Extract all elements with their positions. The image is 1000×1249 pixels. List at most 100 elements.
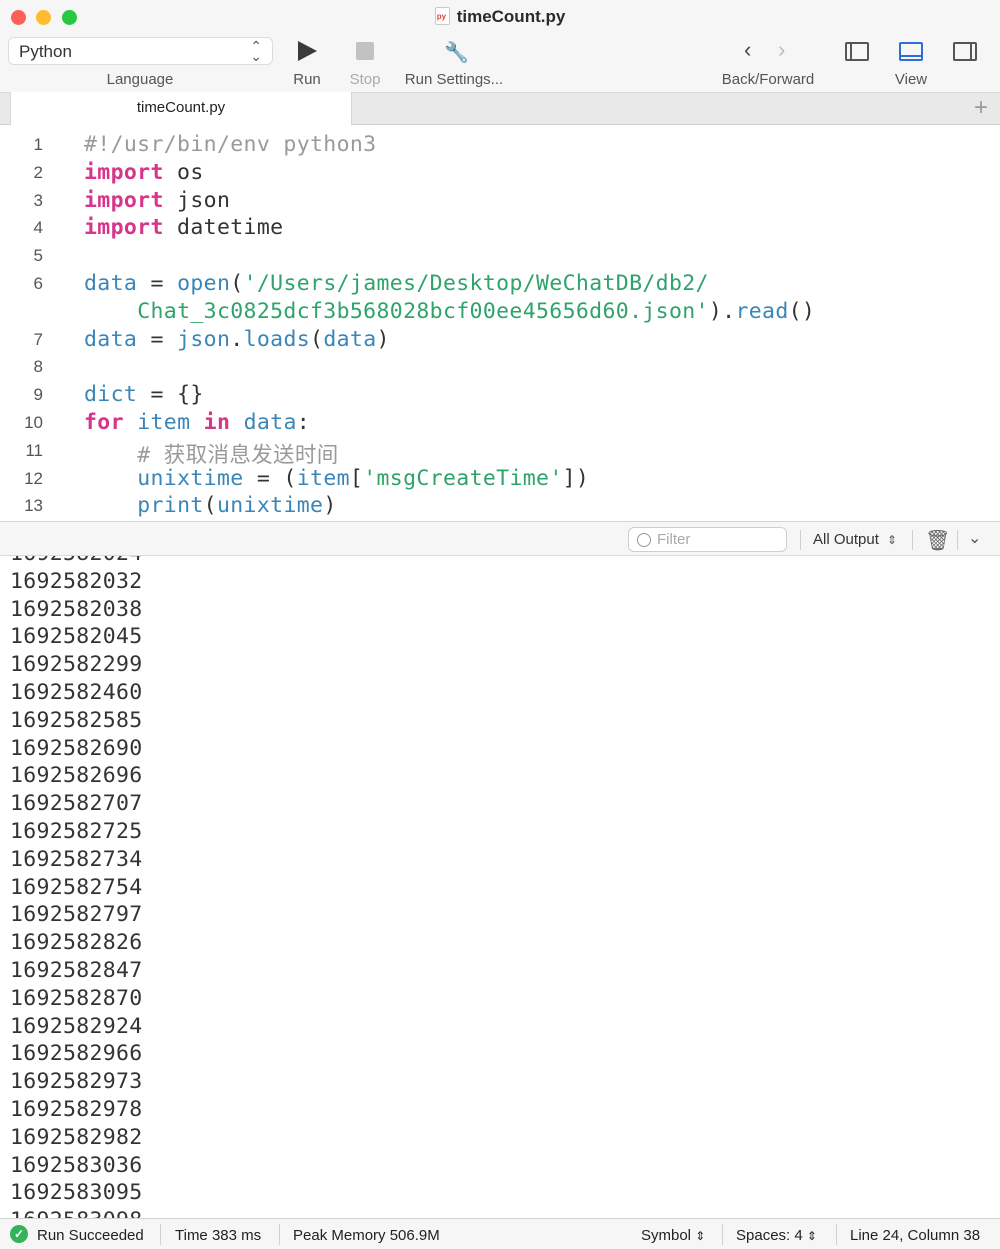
code-token: = ( bbox=[243, 465, 297, 491]
output-line: 1692582024 bbox=[10, 556, 142, 566]
line-number-gutter: 1 2 3 4 5 6 7 8 9 10 11 12 13 bbox=[0, 125, 72, 521]
code-line: Chat_3c0825dcf3b568028bcf00ee45656d60.js… bbox=[84, 299, 815, 324]
output-line: 1692583098 bbox=[10, 1208, 142, 1218]
line-number: 1 bbox=[33, 135, 43, 154]
output-line: 1692583095 bbox=[10, 1180, 143, 1206]
output-line: 1692582966 bbox=[10, 1041, 143, 1067]
run-label[interactable]: Run bbox=[287, 71, 327, 88]
output-line: 1692582038 bbox=[10, 596, 143, 622]
updown-chevron-icon: ⌃ ⌄ bbox=[250, 38, 262, 64]
view-label: View bbox=[894, 71, 928, 88]
output-line: 1692582982 bbox=[10, 1124, 143, 1150]
filter-icon bbox=[637, 533, 651, 547]
code-line: import datetime bbox=[84, 215, 283, 240]
wrench-icon[interactable]: 🔧 bbox=[444, 40, 470, 64]
code-token: #!/usr/bin/env python3 bbox=[84, 132, 377, 157]
window-title: py timeCount.py bbox=[0, 7, 1000, 27]
code-token: read bbox=[735, 298, 789, 324]
code-token: item bbox=[296, 465, 350, 491]
line-number: 7 bbox=[33, 329, 43, 349]
code-token: datetime bbox=[163, 215, 284, 241]
divider bbox=[722, 1224, 723, 1245]
chevron-down-icon[interactable]: ⌄ bbox=[968, 528, 981, 548]
code-token: ]) bbox=[562, 465, 590, 491]
code-line: dict = {} bbox=[84, 382, 204, 407]
output-line: 1692582696 bbox=[10, 763, 143, 789]
code-line: data = json.loads(data) bbox=[84, 327, 390, 352]
bottom-panel-toggle-icon[interactable] bbox=[899, 42, 923, 61]
code-token: ( bbox=[203, 493, 217, 519]
trash-icon[interactable]: 🗑 bbox=[925, 528, 950, 553]
code-token: [ bbox=[349, 465, 364, 491]
code-token: = {} bbox=[137, 382, 204, 408]
line-number: 12 bbox=[24, 468, 43, 488]
output-line: 1692582690 bbox=[10, 735, 143, 761]
code-token: # 获取消息发送时间 bbox=[137, 442, 339, 468]
code-token: import bbox=[84, 215, 164, 241]
divider bbox=[912, 530, 913, 550]
back-chevron-icon[interactable]: ‹ bbox=[744, 37, 770, 62]
window-title-text: timeCount.py bbox=[456, 7, 566, 26]
output-line: 1692582045 bbox=[10, 624, 143, 650]
code-editor[interactable]: 1 2 3 4 5 6 7 8 9 10 11 12 13 #!/usr/bin/env python3… bbox=[0, 125, 1000, 521]
python-file-icon: py bbox=[434, 7, 450, 25]
peak-memory: Peak Memory 506.9M bbox=[293, 1227, 440, 1244]
right-sidebar-toggle-icon[interactable] bbox=[953, 42, 977, 61]
spaces-select[interactable]: Spaces: 4 ⇕ bbox=[736, 1227, 817, 1244]
code-token: json bbox=[177, 326, 231, 352]
code-token: unixtime bbox=[216, 493, 324, 519]
code-token: ( bbox=[230, 271, 244, 296]
output-line: 1692582725 bbox=[10, 819, 143, 844]
code-token: ) bbox=[376, 326, 390, 352]
output-line: 1692582754 bbox=[10, 874, 143, 900]
output-line: 1692582734 bbox=[10, 846, 143, 872]
updown-chevron-icon: ⇕ bbox=[887, 533, 898, 547]
code-token: import bbox=[84, 187, 164, 213]
code-token: in bbox=[203, 410, 231, 435]
success-check-icon: ✓ bbox=[10, 1225, 28, 1243]
filter-field[interactable]: Filter bbox=[628, 527, 787, 552]
output-line: 1692582797 bbox=[10, 902, 143, 928]
code-token: os bbox=[163, 159, 204, 185]
console-output[interactable]: 1692582024 169258203216925820381692582045… bbox=[0, 556, 1000, 1218]
add-tab-icon[interactable]: + bbox=[974, 95, 988, 121]
status-bar: ✓ Run Succeeded Time 383 ms Peak Memory … bbox=[0, 1218, 1000, 1249]
cursor-position[interactable]: Line 24, Column 38 bbox=[850, 1227, 980, 1244]
tab-timecount[interactable]: timeCount.py bbox=[10, 92, 352, 125]
symbol-label: Symbol bbox=[641, 1227, 692, 1244]
line-number: 5 bbox=[33, 246, 43, 266]
code-line: unixtime = (item['msgCreateTime']) bbox=[84, 466, 589, 491]
output-line: 1692582032 bbox=[10, 568, 143, 594]
run-play-icon[interactable] bbox=[298, 41, 317, 61]
code-line: data = open('/Users/james/Desktop/WeChat… bbox=[84, 271, 709, 296]
forward-chevron-icon[interactable]: › bbox=[778, 37, 804, 62]
run-settings-label[interactable]: Run Settings... bbox=[400, 71, 508, 88]
language-select[interactable]: Python ⌃ ⌄ bbox=[8, 37, 273, 65]
line-number: 4 bbox=[33, 218, 43, 238]
divider bbox=[836, 1224, 837, 1245]
stop-label[interactable]: Stop bbox=[343, 71, 387, 88]
output-line: 1692583036 bbox=[10, 1152, 143, 1178]
divider bbox=[160, 1224, 161, 1245]
line-number: 3 bbox=[33, 190, 43, 210]
code-token: . bbox=[230, 326, 244, 352]
output-filter-select[interactable]: All Output ⇕ bbox=[813, 531, 897, 548]
code-token: data bbox=[84, 326, 138, 352]
line-number: 2 bbox=[33, 162, 43, 182]
output-line: 1692582847 bbox=[10, 958, 143, 983]
code-token: ). bbox=[708, 298, 736, 324]
symbol-select[interactable]: Symbol ⇕ bbox=[641, 1227, 705, 1244]
left-sidebar-toggle-icon[interactable] bbox=[845, 42, 869, 61]
code-token: ( bbox=[310, 326, 324, 352]
stop-icon[interactable] bbox=[356, 42, 374, 60]
code-token: () bbox=[788, 298, 816, 324]
code-token: for bbox=[84, 410, 124, 435]
output-line: 1692582870 bbox=[10, 985, 143, 1011]
run-time: Time 383 ms bbox=[175, 1227, 262, 1244]
language-select-value: Python bbox=[19, 42, 72, 61]
code-token: unixtime bbox=[137, 465, 244, 491]
